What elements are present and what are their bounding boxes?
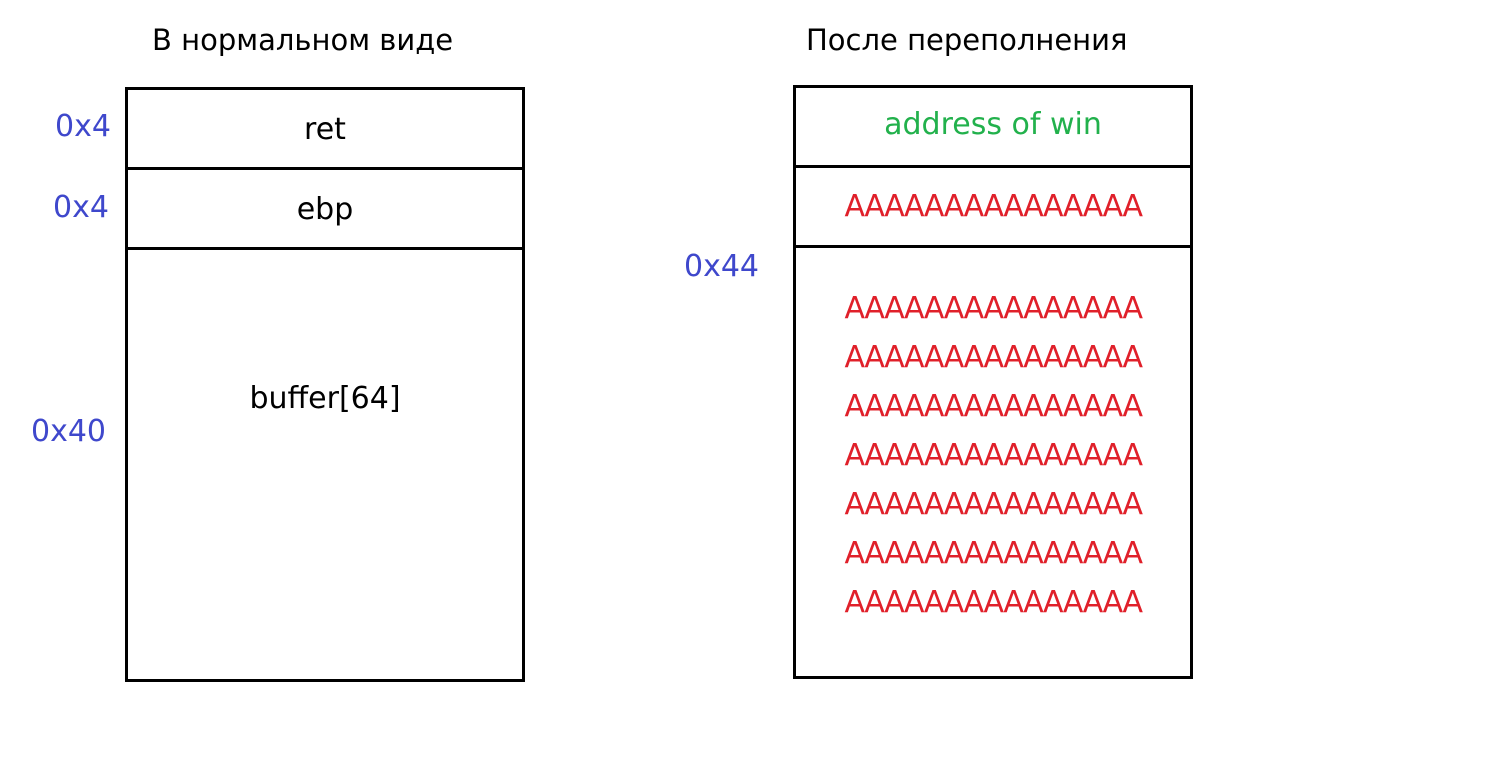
ebp-fill-label: AAAAAAAAAAAAAAA [844,189,1143,224]
normal-stack-title: В нормальном виде [152,23,454,57]
buffer-fill-line: AAAAAAAAAAAAAAA [844,291,1143,326]
buffer-fill-line: AAAAAAAAAAAAAAA [844,438,1143,473]
ebp-size-label: 0x4 [53,190,109,225]
buffer-fill-line: AAAAAAAAAAAAAAA [844,536,1143,571]
buffer-fill-line: AAAAAAAAAAAAAAA [844,389,1143,424]
ret-size-label: 0x4 [55,109,111,144]
overwritten-ebp-cell: AAAAAAAAAAAAAAA [796,168,1190,248]
overwritten-ret-cell: address of win [796,88,1190,168]
buffer-label: buffer[64] [249,381,401,416]
ret-label: ret [304,112,346,147]
buffer-size-label: 0x40 [31,414,107,449]
buffer-fill-line: AAAAAAAAAAAAAAA [844,340,1143,375]
overflow-stack-frame: address of win AAAAAAAAAAAAAAA AAAAAAAAA… [793,85,1193,679]
buffer-fill-line: AAAAAAAAAAAAAAA [844,585,1143,620]
buffer-cell: buffer[64] [128,250,522,679]
overflow-stack-title: После переполнения [806,23,1128,57]
ret-cell: ret [128,90,522,170]
ebp-cell: ebp [128,170,522,250]
buffer-fill-line: AAAAAAAAAAAAAAA [844,487,1143,522]
win-address-label: address of win [884,107,1102,142]
overflow-size-label: 0x44 [684,249,760,284]
ebp-label: ebp [296,192,354,227]
normal-stack-frame: ret ebp buffer[64] [125,87,525,682]
overflowed-buffer-cell: AAAAAAAAAAAAAAA AAAAAAAAAAAAAAA AAAAAAAA… [796,248,1190,676]
buffer-fill-lines: AAAAAAAAAAAAAAA AAAAAAAAAAAAAAA AAAAAAAA… [796,284,1190,627]
